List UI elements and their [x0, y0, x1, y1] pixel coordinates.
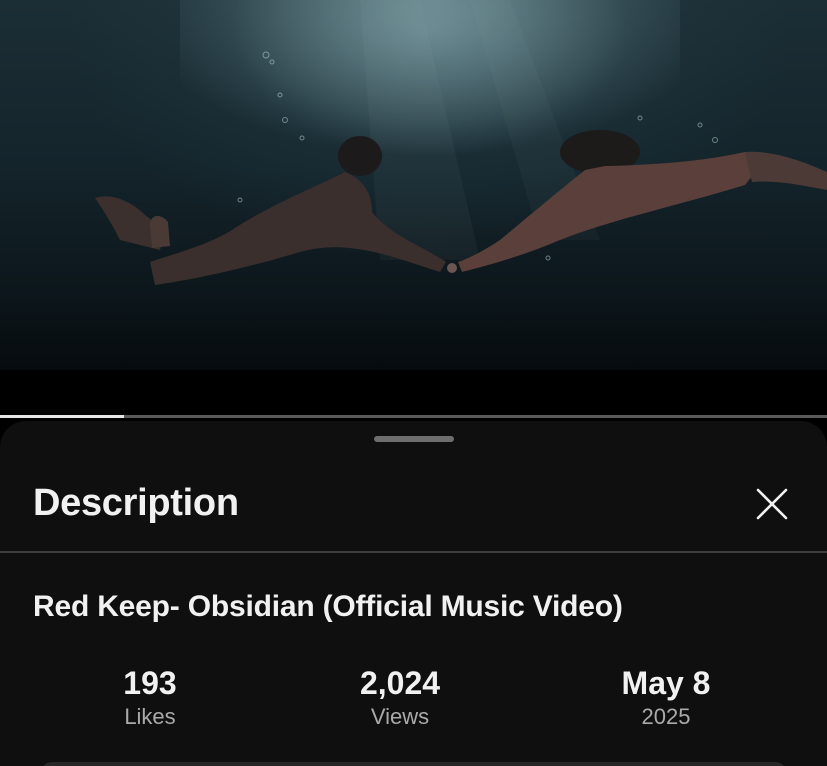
description-text-card[interactable] — [40, 762, 787, 766]
video-progress-bar[interactable] — [0, 415, 827, 418]
sheet-drag-handle[interactable] — [374, 436, 454, 442]
upload-date: May 8 — [621, 665, 711, 701]
likes-count: 193 — [123, 665, 177, 701]
upload-year: 2025 — [641, 704, 691, 729]
video-player[interactable] — [0, 0, 827, 370]
close-button[interactable] — [752, 484, 792, 524]
date-stat: May 8 2025 — [556, 665, 776, 731]
video-title: Red Keep- Obsidian (Official Music Video… — [33, 590, 623, 623]
app-root: Description Red Keep- Obsidian (Official… — [0, 0, 827, 766]
views-stat: 2,024 Views — [290, 665, 510, 731]
sheet-title: Description — [33, 482, 239, 524]
views-count: 2,024 — [359, 665, 441, 701]
likes-stat: 193 Likes — [40, 665, 260, 731]
video-progress-played — [0, 415, 125, 418]
video-letterbox — [0, 370, 827, 416]
views-label: Views — [370, 704, 430, 729]
close-icon — [756, 488, 788, 520]
sheet-header-divider — [0, 551, 827, 553]
video-frame-image — [95, 0, 827, 285]
description-sheet: Description Red Keep- Obsidian (Official… — [0, 421, 827, 766]
likes-label: Likes — [124, 704, 176, 729]
